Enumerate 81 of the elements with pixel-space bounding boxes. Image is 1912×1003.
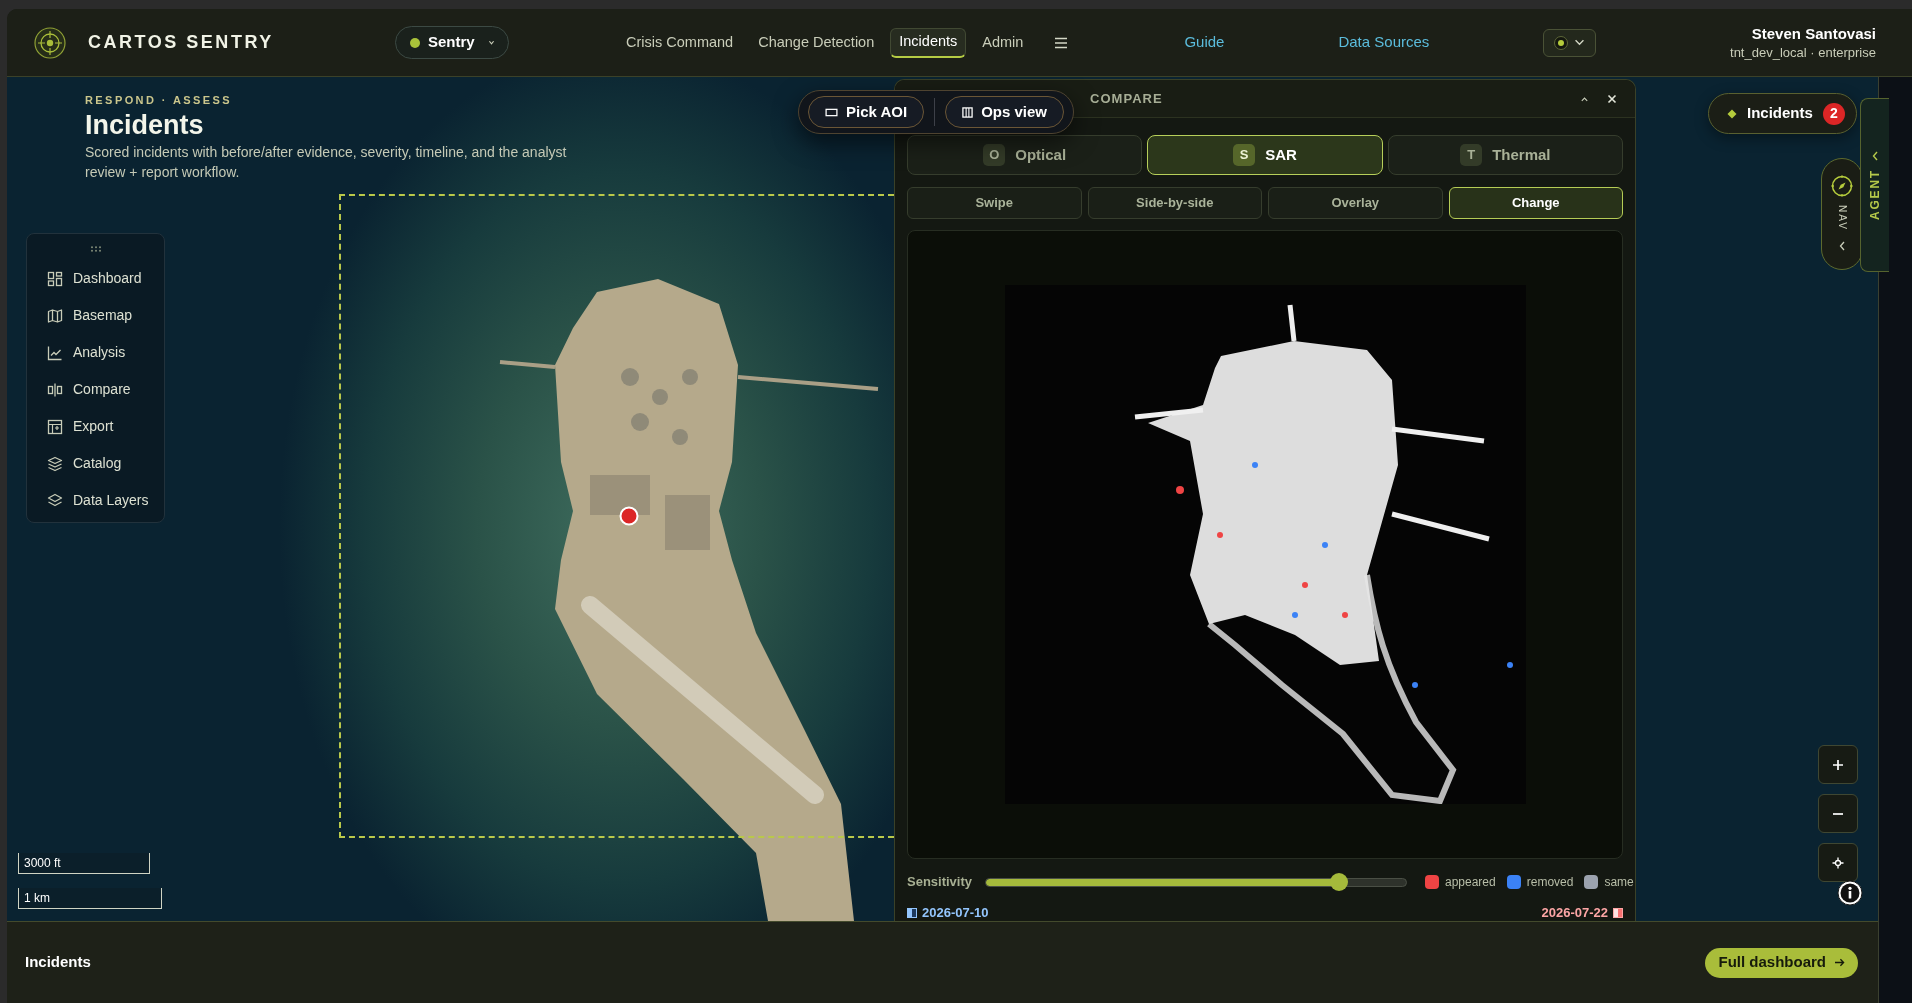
after-date: 2026-07-22 (1541, 904, 1608, 921)
sensor-initial: T (1460, 144, 1483, 166)
diamond-icon (1727, 108, 1737, 119)
zoom-in-button[interactable] (1818, 745, 1858, 784)
sidebar-item[interactable]: Basemap (27, 297, 164, 334)
layers-icon (47, 492, 63, 509)
drag-handle-icon[interactable] (89, 246, 102, 252)
sensor-tab[interactable]: O Optical (907, 135, 1143, 175)
sensor-initial: S (1233, 144, 1256, 166)
arrow-right-icon (1834, 958, 1845, 967)
workspace-selector[interactable]: Sentry (395, 26, 509, 59)
crosshair-icon (1832, 856, 1844, 869)
user-account: tnt_dev_local · enterprise (1730, 43, 1876, 62)
incidents-button[interactable]: Incidents 2 (1708, 93, 1857, 134)
before-date: 2026-07-10 (922, 904, 989, 921)
scale-bar: 1 km (18, 888, 162, 909)
sensor-tab[interactable]: S SAR (1147, 135, 1383, 175)
page-eyebrow: RESPOND · ASSESS (85, 93, 234, 107)
slider-thumb[interactable] (1330, 873, 1349, 891)
caret-down-icon (487, 40, 495, 45)
sidebar-item[interactable]: Catalog (27, 445, 164, 482)
stack-icon (47, 455, 63, 472)
panel-title: COMPARE (1090, 89, 1163, 108)
agent-tab[interactable]: AGENT (1860, 98, 1889, 272)
brand-name: CARTOS SENTRY (88, 31, 274, 54)
nav-tab[interactable]: Change Detection (749, 27, 884, 58)
sidebar-item[interactable]: Data Layers (27, 482, 164, 519)
footer-title: Incidents (25, 952, 91, 973)
status-dot-icon (410, 37, 420, 48)
sensor-initial: O (983, 144, 1006, 166)
nav-tab[interactable]: NAV (1821, 158, 1863, 270)
sidebar-item[interactable]: Analysis (27, 334, 164, 371)
logo-icon (34, 26, 66, 59)
menu-icon[interactable] (1054, 36, 1069, 49)
close-icon[interactable] (1607, 93, 1617, 104)
line-chart-icon (47, 344, 63, 361)
scale-bar: 3000 ft (18, 853, 150, 874)
status-dot-icon (1554, 35, 1569, 50)
split-view-icon (47, 381, 63, 398)
sensor-tab[interactable]: T Thermal (1387, 135, 1623, 175)
sidebar-item[interactable]: Compare (27, 371, 164, 408)
nav-tab[interactable]: Admin (973, 27, 1033, 58)
locate-button[interactable] (1818, 843, 1858, 882)
nav-tab[interactable]: Incidents (890, 27, 967, 58)
chevron-up-icon[interactable] (1580, 95, 1589, 102)
table-icon (47, 418, 63, 435)
sensitivity-slider[interactable] (985, 873, 1407, 891)
header-link[interactable]: Guide (1184, 31, 1225, 54)
sidebar-item[interactable]: Export (27, 408, 164, 445)
location-marker-icon[interactable] (619, 506, 639, 526)
page-title: Incidents (85, 109, 205, 142)
info-icon[interactable] (1837, 880, 1863, 906)
grid-icon (47, 270, 63, 287)
status-dropdown[interactable] (1543, 28, 1597, 57)
toolbar-button[interactable]: Ops view (945, 96, 1064, 128)
full-dashboard-button[interactable]: Full dashboard (1705, 947, 1858, 978)
legend-label: same (1604, 874, 1634, 891)
mode-tab[interactable]: Overlay (1268, 187, 1443, 219)
nav-tab[interactable]: Crisis Command (617, 27, 743, 58)
mode-tab[interactable]: Side-by-side (1087, 187, 1262, 219)
chevron-left-icon (1872, 151, 1878, 161)
header-link[interactable]: Data Sources (1338, 31, 1430, 54)
compass-icon (1831, 175, 1853, 197)
slider-label: Sensitivity (907, 873, 974, 892)
columns-icon (962, 106, 974, 118)
chevron-left-icon (1839, 240, 1845, 251)
mode-tab[interactable]: Swipe (907, 187, 1082, 219)
mode-tab[interactable]: Change (1448, 187, 1623, 219)
half-square-icon (907, 908, 917, 918)
rectangle-icon (825, 107, 838, 117)
map-icon (47, 307, 63, 324)
chevron-down-icon (1574, 39, 1586, 46)
user-name: Steven Santovasi (1751, 23, 1876, 43)
legend-label: removed (1526, 874, 1574, 891)
legend-label: appeared (1445, 874, 1496, 891)
page-description: Scored incidents with before/after evidence, severity, timeline, and the analyst review + report workflow. (85, 143, 568, 182)
plus-icon (1832, 758, 1844, 771)
toolbar-button[interactable]: Pick AOI (808, 96, 925, 128)
sidebar-item[interactable]: Dashboard (27, 260, 164, 297)
half-square-icon (1613, 908, 1623, 918)
incident-count: 2 (1822, 102, 1845, 125)
